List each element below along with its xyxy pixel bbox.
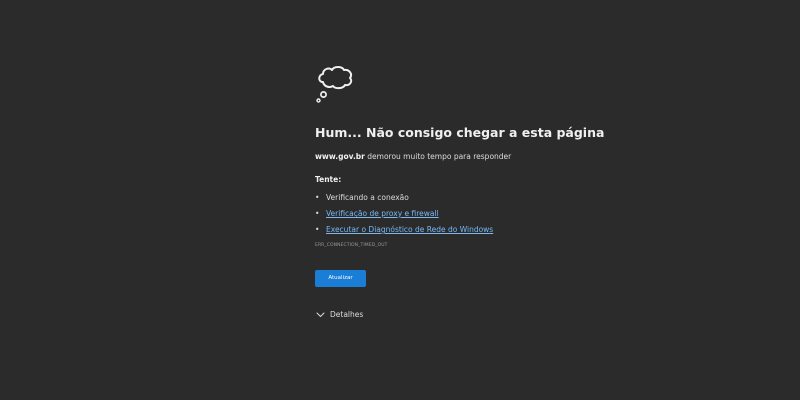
error-description: www.gov.br demorou muito tempo para resp… (315, 151, 615, 163)
network-diagnostics-link[interactable]: Executar o Diagnóstico de Rede do Window… (326, 225, 493, 234)
details-label: Detalhes (330, 310, 364, 319)
suggestion-text: Verificando a conexão (326, 193, 409, 202)
bullet: • (315, 193, 320, 202)
suggestion-check-connection: • Verificando a conexão (315, 192, 615, 204)
site-domain: www.gov.br (315, 152, 365, 161)
suggestions-list: • Verificando a conexão • Verificação de… (315, 192, 615, 236)
chevron-down-icon (316, 312, 325, 317)
try-heading: Tente: (315, 175, 342, 184)
bullet: • (315, 225, 320, 234)
bullet: • (315, 209, 320, 218)
details-toggle[interactable]: Detalhes (315, 309, 375, 321)
page-title: Hum... Não consigo chegar a esta página (315, 125, 605, 140)
error-content: Hum... Não consigo chegar a esta página … (315, 64, 615, 321)
suggestion-network-diagnostics: • Executar o Diagnóstico de Rede do Wind… (315, 224, 615, 236)
error-page: Hum... Não consigo chegar a esta página … (0, 0, 800, 400)
suggestion-proxy-firewall: • Verificação de proxy e firewall (315, 208, 615, 220)
refresh-button[interactable]: Atualizar (315, 270, 366, 287)
proxy-firewall-link[interactable]: Verificação de proxy e firewall (326, 209, 439, 218)
error-code: ERR_CONNECTION_TIMED_OUT (315, 243, 388, 248)
thought-cloud-icon (316, 66, 353, 103)
error-message: demorou muito tempo para responder (364, 152, 512, 161)
